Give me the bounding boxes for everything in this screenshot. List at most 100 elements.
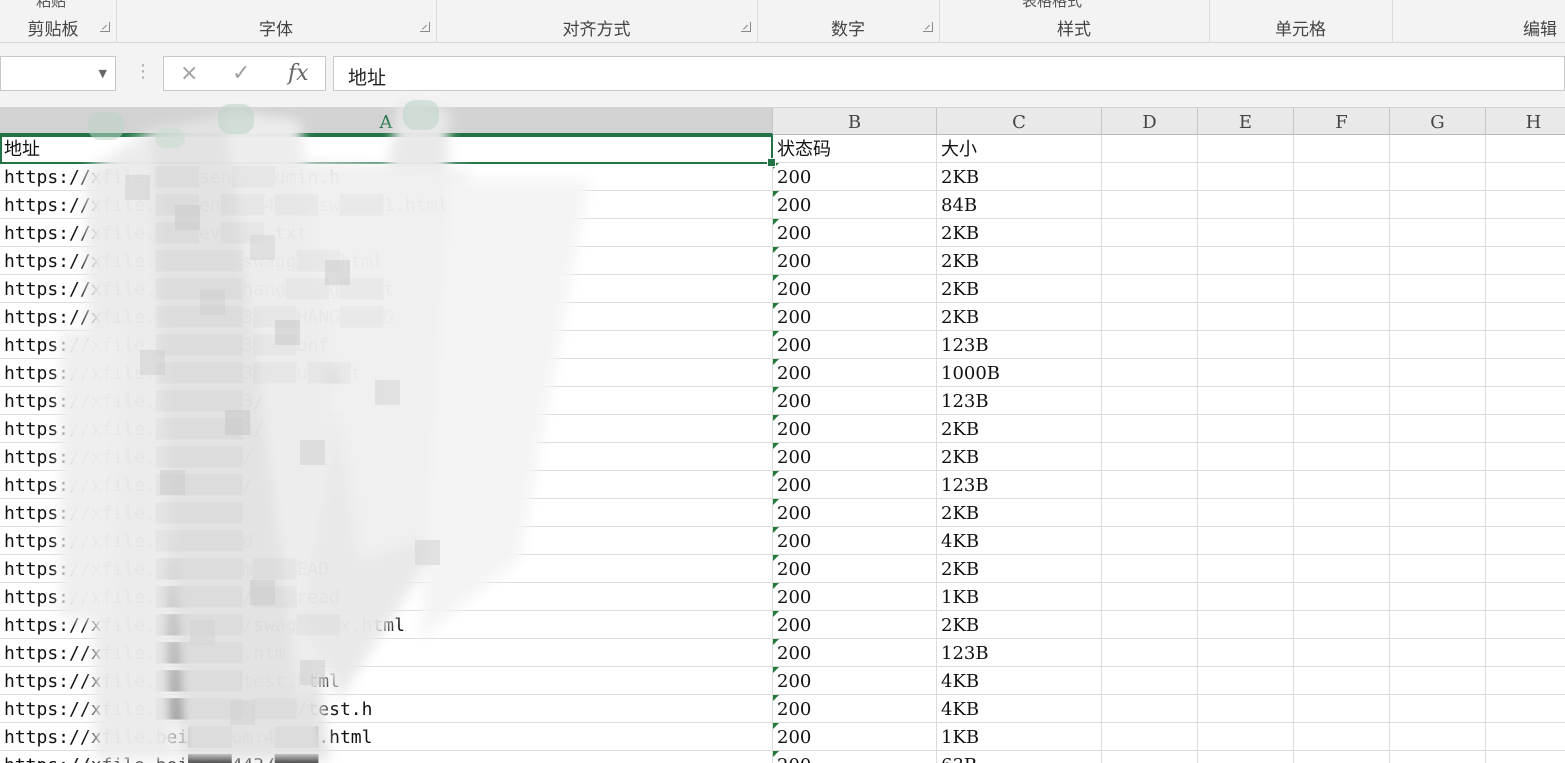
cell-empty[interactable] bbox=[1294, 639, 1390, 667]
cell-status[interactable]: 200 bbox=[773, 219, 937, 247]
cell-empty[interactable] bbox=[1198, 135, 1294, 163]
cell-empty[interactable] bbox=[1294, 275, 1390, 303]
cell-size[interactable]: 123B bbox=[937, 331, 1102, 359]
cell-c1[interactable]: 大小 bbox=[937, 135, 1102, 163]
cancel-icon[interactable]: × bbox=[180, 61, 198, 86]
cell-status[interactable]: 200 bbox=[773, 331, 937, 359]
cell-empty[interactable] bbox=[1198, 639, 1294, 667]
cell-size[interactable]: 2KB bbox=[937, 499, 1102, 527]
cell-empty[interactable] bbox=[1390, 499, 1486, 527]
cell-empty[interactable] bbox=[1102, 247, 1198, 275]
cell-empty[interactable] bbox=[1390, 639, 1486, 667]
cell-empty[interactable] bbox=[1486, 275, 1565, 303]
cell-empty[interactable] bbox=[1198, 359, 1294, 387]
cell-b1[interactable]: 状态码 bbox=[773, 135, 937, 163]
cell-empty[interactable] bbox=[1390, 723, 1486, 751]
cell-empty[interactable] bbox=[1198, 443, 1294, 471]
cell-empty[interactable] bbox=[1390, 751, 1486, 763]
column-header-g[interactable]: G bbox=[1390, 108, 1486, 135]
cell-empty[interactable] bbox=[1486, 555, 1565, 583]
error-indicator-icon[interactable] bbox=[773, 415, 779, 421]
error-indicator-icon[interactable] bbox=[773, 331, 779, 337]
cell-empty[interactable] bbox=[1102, 135, 1198, 163]
cell-url[interactable]: https://xfile.████████/ bbox=[0, 443, 773, 471]
cell-url[interactable]: https://xfile.████████hang████g████t bbox=[0, 275, 773, 303]
cell-size[interactable]: 2KB bbox=[937, 275, 1102, 303]
cell-empty[interactable] bbox=[1390, 387, 1486, 415]
cell-url[interactable]: https://xfile.████████3/ bbox=[0, 415, 773, 443]
enter-icon[interactable]: ✓ bbox=[232, 61, 250, 86]
cell-status[interactable]: 200 bbox=[773, 611, 937, 639]
cell-empty[interactable] bbox=[1102, 303, 1198, 331]
cell-status[interactable]: 200 bbox=[773, 499, 937, 527]
cell-empty[interactable] bbox=[1390, 135, 1486, 163]
cell-empty[interactable] bbox=[1294, 723, 1390, 751]
cell-empty[interactable] bbox=[1102, 415, 1198, 443]
cell-empty[interactable] bbox=[1486, 471, 1565, 499]
cell-empty[interactable] bbox=[1198, 723, 1294, 751]
error-indicator-icon[interactable] bbox=[773, 527, 779, 533]
cell-empty[interactable] bbox=[1486, 219, 1565, 247]
cell-url[interactable]: https://xfile.████████3████HANG████G bbox=[0, 303, 773, 331]
dialog-launcher-icon[interactable] bbox=[923, 22, 933, 32]
error-indicator-icon[interactable] bbox=[773, 247, 779, 253]
cell-url[interactable]: https://xfile.████████. bbox=[0, 499, 773, 527]
error-indicator-icon[interactable] bbox=[773, 751, 779, 757]
cell-empty[interactable] bbox=[1390, 275, 1486, 303]
cell-empty[interactable] bbox=[1294, 443, 1390, 471]
cell-url[interactable]: https://xfile.bei████443/████ bbox=[0, 751, 773, 763]
cell-size[interactable]: 2KB bbox=[937, 247, 1102, 275]
cell-empty[interactable] bbox=[1486, 303, 1565, 331]
cell-empty[interactable] bbox=[1198, 163, 1294, 191]
cell-size[interactable]: 2KB bbox=[937, 443, 1102, 471]
cell-empty[interactable] bbox=[1390, 247, 1486, 275]
cell-empty[interactable] bbox=[1390, 695, 1486, 723]
cell-size[interactable]: 123B bbox=[937, 471, 1102, 499]
cell-empty[interactable] bbox=[1486, 163, 1565, 191]
chevron-down-icon[interactable]: ▼ bbox=[99, 67, 107, 80]
cell-empty[interactable] bbox=[1198, 387, 1294, 415]
cell-empty[interactable] bbox=[1294, 135, 1390, 163]
cell-empty[interactable] bbox=[1486, 191, 1565, 219]
cell-empty[interactable] bbox=[1102, 667, 1198, 695]
cell-empty[interactable] bbox=[1198, 667, 1294, 695]
cell-empty[interactable] bbox=[1486, 723, 1565, 751]
cell-empty[interactable] bbox=[1294, 387, 1390, 415]
column-header-e[interactable]: E bbox=[1198, 108, 1294, 135]
cell-empty[interactable] bbox=[1486, 639, 1565, 667]
cell-empty[interactable] bbox=[1198, 583, 1294, 611]
cell-status[interactable]: 200 bbox=[773, 667, 937, 695]
cell-empty[interactable] bbox=[1198, 303, 1294, 331]
column-header-c[interactable]: C bbox=[937, 108, 1102, 135]
cell-empty[interactable] bbox=[1102, 499, 1198, 527]
cell-empty[interactable] bbox=[1486, 443, 1565, 471]
cell-empty[interactable] bbox=[1486, 331, 1565, 359]
cell-empty[interactable] bbox=[1294, 247, 1390, 275]
cell-size[interactable]: 1000B bbox=[937, 359, 1102, 387]
cell-url[interactable]: https://xfile.████████/████read bbox=[0, 583, 773, 611]
cell-empty[interactable] bbox=[1294, 527, 1390, 555]
cell-size[interactable]: 4KB bbox=[937, 667, 1102, 695]
cell-empty[interactable] bbox=[1390, 583, 1486, 611]
cell-empty[interactable] bbox=[1102, 723, 1198, 751]
column-header-a[interactable]: A bbox=[0, 108, 773, 135]
cell-status[interactable]: 200 bbox=[773, 527, 937, 555]
cell-empty[interactable] bbox=[1294, 471, 1390, 499]
cell-empty[interactable] bbox=[1102, 555, 1198, 583]
error-indicator-icon[interactable] bbox=[773, 387, 779, 393]
cell-empty[interactable] bbox=[1198, 751, 1294, 763]
cell-status[interactable]: 200 bbox=[773, 191, 937, 219]
error-indicator-icon[interactable] bbox=[773, 163, 779, 169]
cell-status[interactable]: 200 bbox=[773, 443, 937, 471]
cell-url[interactable]: https://xfile.████████/ bbox=[0, 471, 773, 499]
cell-empty[interactable] bbox=[1102, 527, 1198, 555]
cell-empty[interactable] bbox=[1390, 303, 1486, 331]
cell-url[interactable]: https://xfile.████████/swag████x.html bbox=[0, 611, 773, 639]
error-indicator-icon[interactable] bbox=[773, 499, 779, 505]
cell-empty[interactable] bbox=[1486, 695, 1565, 723]
cell-url[interactable]: https://xfile.████████test.html bbox=[0, 667, 773, 695]
error-indicator-icon[interactable] bbox=[773, 359, 779, 365]
error-indicator-icon[interactable] bbox=[773, 275, 779, 281]
cell-empty[interactable] bbox=[1198, 247, 1294, 275]
cell-size[interactable]: 123B bbox=[937, 639, 1102, 667]
